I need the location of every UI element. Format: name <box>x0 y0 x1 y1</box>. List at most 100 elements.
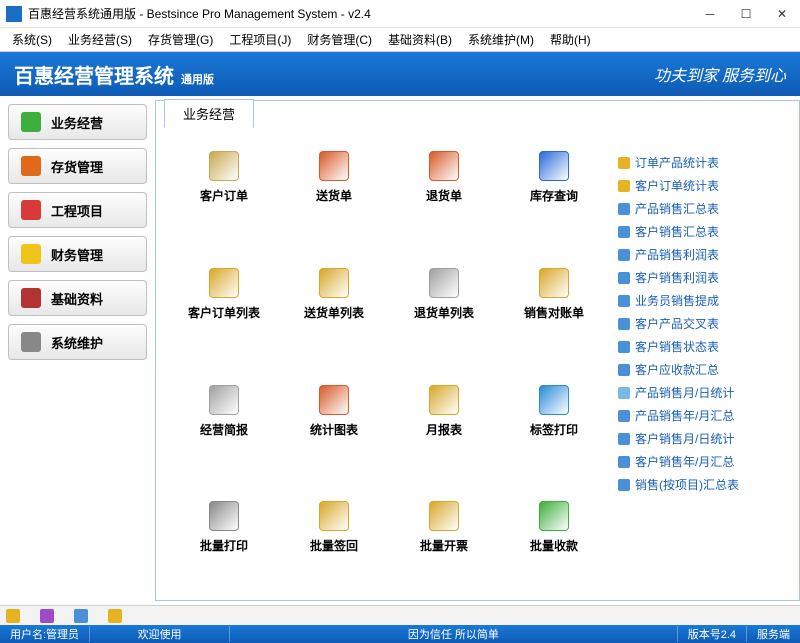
report-label: 业务员销售提成 <box>635 292 719 309</box>
report-5[interactable]: 客户销售利润表 <box>618 266 753 289</box>
report-7[interactable]: 客户产品交叉表 <box>618 312 753 335</box>
report-label: 产品销售利润表 <box>635 246 719 263</box>
menu-item-6[interactable]: 系统维护(M) <box>460 29 542 50</box>
tab-business[interactable]: 业务经营 <box>164 99 254 128</box>
func-8[interactable]: 经营简报 <box>174 385 274 474</box>
minimize-button[interactable]: ─ <box>692 0 728 28</box>
func-14[interactable]: 批量开票 <box>394 501 494 590</box>
func-13[interactable]: 批量签回 <box>284 501 384 590</box>
report-icon <box>618 180 630 192</box>
nav-label: 基础资料 <box>51 289 103 308</box>
func-label: 销售对账单 <box>524 304 584 321</box>
report-14[interactable]: 销售(按项目)汇总表 <box>618 473 753 496</box>
report-8[interactable]: 客户销售状态表 <box>618 335 753 358</box>
nav-2[interactable]: 工程项目 <box>8 192 147 228</box>
report-4[interactable]: 产品销售利润表 <box>618 243 753 266</box>
func-icon <box>539 501 569 531</box>
func-label: 标签打印 <box>530 421 578 438</box>
report-6[interactable]: 业务员销售提成 <box>618 289 753 312</box>
func-4[interactable]: 客户订单列表 <box>174 268 274 357</box>
report-label: 客户应收款汇总 <box>635 361 719 378</box>
bottom-toolbar <box>0 605 800 625</box>
report-label: 产品销售月/日统计 <box>635 384 734 401</box>
status-version: 版本号2.4 <box>678 626 747 642</box>
status-server: 服务端 <box>747 626 800 642</box>
func-1[interactable]: 送货单 <box>284 151 384 240</box>
func-label: 经营简报 <box>200 421 248 438</box>
report-icon <box>618 226 630 238</box>
slogan: 功夫到家 服务到心 <box>654 62 786 86</box>
func-10[interactable]: 月报表 <box>394 385 494 474</box>
nav-label: 工程项目 <box>51 201 103 220</box>
nav-5[interactable]: 系统维护 <box>8 324 147 360</box>
func-5[interactable]: 送货单列表 <box>284 268 384 357</box>
report-icon <box>618 456 630 468</box>
system-subtitle: 通用版 <box>178 70 217 88</box>
func-7[interactable]: 销售对账单 <box>504 268 604 357</box>
func-label: 退货单列表 <box>414 304 474 321</box>
close-button[interactable]: ✕ <box>764 0 800 28</box>
menu-item-2[interactable]: 存货管理(G) <box>140 29 221 50</box>
func-icon <box>319 501 349 531</box>
report-0[interactable]: 订单产品统计表 <box>618 151 753 174</box>
func-9[interactable]: 统计图表 <box>284 385 384 474</box>
func-0[interactable]: 客户订单 <box>174 151 274 240</box>
banner: 百惠经营管理系统 通用版 功夫到家 服务到心 <box>0 52 800 96</box>
status-welcome: 欢迎使用 <box>90 626 230 642</box>
menu-item-7[interactable]: 帮助(H) <box>542 29 599 50</box>
nav-1[interactable]: 存货管理 <box>8 148 147 184</box>
status-motto: 因为信任 所以简单 <box>230 626 678 642</box>
report-2[interactable]: 产品销售汇总表 <box>618 197 753 220</box>
tool-1-icon[interactable] <box>6 609 20 623</box>
report-icon <box>618 479 630 491</box>
report-label: 客户销售年/月汇总 <box>635 453 734 470</box>
func-icon <box>429 151 459 181</box>
report-panel: 订单产品统计表客户订单统计表产品销售汇总表客户销售汇总表产品销售利润表客户销售利… <box>614 101 759 600</box>
report-3[interactable]: 客户销售汇总表 <box>618 220 753 243</box>
func-label: 统计图表 <box>310 421 358 438</box>
nav-label: 存货管理 <box>51 157 103 176</box>
func-label: 退货单 <box>426 187 462 204</box>
report-9[interactable]: 客户应收款汇总 <box>618 358 753 381</box>
func-2[interactable]: 退货单 <box>394 151 494 240</box>
report-12[interactable]: 客户销售月/日统计 <box>618 427 753 450</box>
report-icon <box>618 318 630 330</box>
func-15[interactable]: 批量收款 <box>504 501 604 590</box>
report-10[interactable]: 产品销售月/日统计 <box>618 381 753 404</box>
nav-label: 系统维护 <box>51 333 103 352</box>
func-12[interactable]: 批量打印 <box>174 501 274 590</box>
menu-item-5[interactable]: 基础资料(B) <box>380 29 460 50</box>
tool-3-icon[interactable] <box>74 609 88 623</box>
func-3[interactable]: 库存查询 <box>504 151 604 240</box>
menu-item-3[interactable]: 工程项目(J) <box>221 29 299 50</box>
func-6[interactable]: 退货单列表 <box>394 268 494 357</box>
report-icon <box>618 249 630 261</box>
func-icon <box>429 268 459 298</box>
report-icon <box>618 295 630 307</box>
report-13[interactable]: 客户销售年/月汇总 <box>618 450 753 473</box>
menu-item-1[interactable]: 业务经营(S) <box>60 29 140 50</box>
func-label: 库存查询 <box>530 187 578 204</box>
report-1[interactable]: 客户订单统计表 <box>618 174 753 197</box>
nav-3[interactable]: 财务管理 <box>8 236 147 272</box>
title-bar: 百惠经营系统通用版 - Bestsince Pro Management Sys… <box>0 0 800 28</box>
nav-4[interactable]: 基础资料 <box>8 280 147 316</box>
app-icon <box>6 6 22 22</box>
tool-2-icon[interactable] <box>40 609 54 623</box>
report-icon <box>618 387 630 399</box>
func-11[interactable]: 标签打印 <box>504 385 604 474</box>
nav-icon <box>21 156 41 176</box>
menu-item-0[interactable]: 系统(S) <box>4 29 60 50</box>
report-label: 产品销售年/月汇总 <box>635 407 734 424</box>
tool-4-icon[interactable] <box>108 609 122 623</box>
maximize-button[interactable]: ☐ <box>728 0 764 28</box>
nav-0[interactable]: 业务经营 <box>8 104 147 140</box>
func-icon <box>539 151 569 181</box>
func-icon <box>429 501 459 531</box>
report-icon <box>618 157 630 169</box>
report-icon <box>618 433 630 445</box>
report-11[interactable]: 产品销售年/月汇总 <box>618 404 753 427</box>
menu-item-4[interactable]: 财务管理(C) <box>299 29 380 50</box>
menu-bar: 系统(S)业务经营(S)存货管理(G)工程项目(J)财务管理(C)基础资料(B)… <box>0 28 800 52</box>
report-label: 订单产品统计表 <box>635 154 719 171</box>
